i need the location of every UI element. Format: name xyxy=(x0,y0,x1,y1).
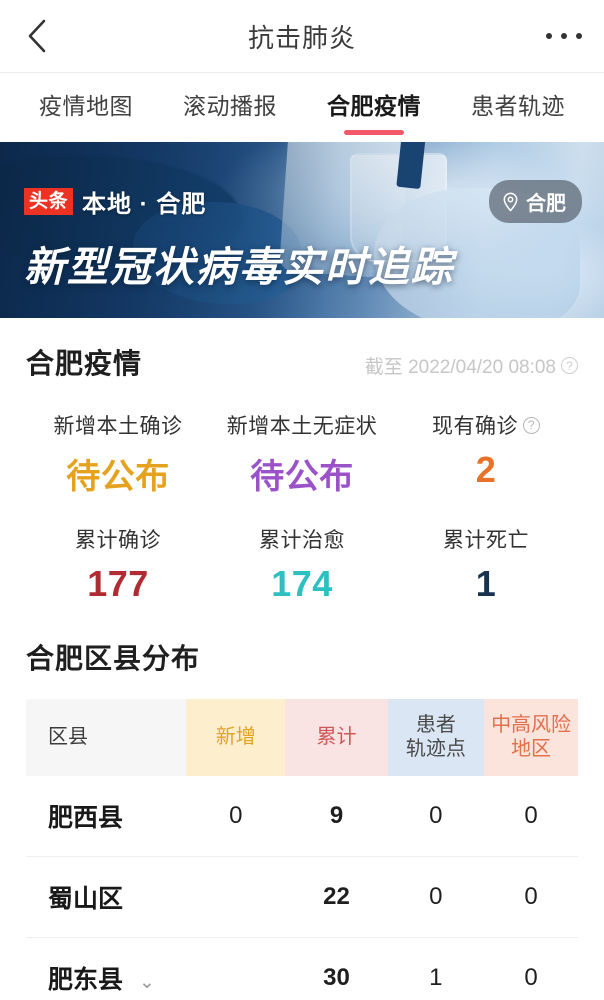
stat-value: 待公布 xyxy=(66,458,170,496)
cell-district-name: 蜀山区 xyxy=(26,856,187,938)
stat-current-confirmed: 现有确诊 ? 2 xyxy=(394,404,578,518)
column-header-line2: 轨迹点 xyxy=(405,738,466,761)
stat-label: 新增本土确诊 xyxy=(53,415,183,438)
stat-value: 2 xyxy=(475,449,497,490)
back-button[interactable] xyxy=(20,19,54,53)
data-timestamp: 截至 2022/04/20 08:08 ? xyxy=(365,352,578,379)
tab-huanzhe-guiji[interactable]: 患者轨迹 xyxy=(469,81,567,135)
tab-label: 患者轨迹 xyxy=(471,92,565,119)
stats-grid-secondary: 累计确诊 177 累计治愈 174 累计死亡 1 xyxy=(26,518,578,625)
column-header-new: 新增 xyxy=(186,699,286,776)
cell-risk: 0 xyxy=(484,937,578,1000)
cell-track: 0 xyxy=(387,775,485,857)
location-pin-icon xyxy=(502,192,519,212)
stat-value: 174 xyxy=(271,563,333,604)
stats-section: 合肥疫情 截至 2022/04/20 08:08 ? 新增本土确诊 待公布 新增… xyxy=(0,318,604,629)
stat-label-wrap: 现有确诊 ? xyxy=(394,410,578,440)
tab-gundong-bobao[interactable]: 滚动播报 xyxy=(181,81,279,135)
stats-grid-primary: 新增本土确诊 待公布 新增本土无症状 待公布 现有确诊 ? 2 xyxy=(26,404,578,518)
tab-label: 疫情地图 xyxy=(39,92,133,119)
page-root: 抗击肺炎 疫情地图 滚动播报 合肥疫情 患者轨迹 头条 本地 · 合肥 新型冠状… xyxy=(0,0,604,1000)
stat-label: 现有确诊 xyxy=(432,415,518,438)
stat-value: 177 xyxy=(87,563,149,604)
toutiao-tag: 头条 xyxy=(24,187,74,216)
more-horizontal-icon[interactable] xyxy=(546,33,582,39)
table-header-row: 区县 新增 累计 患者 轨迹点 中高风险 地区 xyxy=(26,699,578,776)
stat-value: 1 xyxy=(475,563,497,604)
tab-active-underline xyxy=(344,129,404,135)
navbar: 抗击肺炎 xyxy=(0,0,604,72)
tab-yiqing-ditu[interactable]: 疫情地图 xyxy=(37,81,135,135)
district-table-section: 合肥区县分布 区县 新增 累计 患者 轨迹点 中高风险 地区 肥西县 0 9 0… xyxy=(0,629,604,1000)
district-table-title: 合肥区县分布 xyxy=(26,643,201,674)
stat-label: 累计死亡 xyxy=(443,529,529,552)
column-header-patient-track: 患者 轨迹点 xyxy=(387,699,485,776)
cell-new: 0 xyxy=(186,775,286,857)
cell-total: 22 xyxy=(285,856,388,938)
cell-new xyxy=(186,937,286,1000)
chevron-down-icon[interactable]: ⌄ xyxy=(139,971,155,994)
stats-section-title: 合肥疫情 xyxy=(26,348,143,379)
banner-title: 新型冠状病毒实时追踪 xyxy=(24,244,454,290)
location-chip-label: 合肥 xyxy=(526,193,566,215)
cell-total: 9 xyxy=(285,775,388,857)
district-table: 区县 新增 累计 患者 轨迹点 中高风险 地区 肥西县 0 9 0 0 蜀山区 … xyxy=(26,699,578,1000)
stats-header: 合肥疫情 截至 2022/04/20 08:08 ? xyxy=(26,342,578,382)
tab-label: 滚动播报 xyxy=(183,92,277,119)
cell-track: 0 xyxy=(387,856,485,938)
tab-bar: 疫情地图 滚动播报 合肥疫情 患者轨迹 xyxy=(0,72,604,142)
table-row[interactable]: 蜀山区 22 0 0 xyxy=(26,856,578,938)
cell-district-name: 肥东县 ⌄ xyxy=(26,937,187,1000)
table-row[interactable]: 肥西县 0 9 0 0 xyxy=(26,775,578,857)
cell-track: 1 xyxy=(387,937,485,1000)
stat-total-confirmed: 累计确诊 177 xyxy=(26,518,210,625)
column-header-line2: 地区 xyxy=(511,738,552,761)
banner-kicker-text: 本地 · 合肥 xyxy=(82,191,207,218)
cell-risk: 0 xyxy=(484,856,578,938)
column-header-district: 区县 xyxy=(26,699,187,776)
stat-total-recovered: 累计治愈 174 xyxy=(210,518,394,625)
stat-label: 累计治愈 xyxy=(259,529,345,552)
column-header-line1: 患者 xyxy=(415,714,456,736)
page-title: 抗击肺炎 xyxy=(247,22,356,53)
timestamp-text: 截至 2022/04/20 08:08 xyxy=(364,357,556,378)
cell-district-name: 肥西县 xyxy=(26,775,187,857)
column-header-risk-area: 中高风险 地区 xyxy=(484,699,578,776)
question-circle-icon[interactable]: ? xyxy=(561,357,578,374)
hero-banner[interactable]: 头条 本地 · 合肥 新型冠状病毒实时追踪 合肥 xyxy=(0,142,604,318)
district-name-text: 肥西县 xyxy=(48,803,124,832)
district-name-text: 蜀山区 xyxy=(48,884,124,913)
stat-total-deaths: 累计死亡 1 xyxy=(394,518,578,625)
cell-new xyxy=(186,856,286,938)
question-circle-icon[interactable]: ? xyxy=(523,416,540,434)
table-row[interactable]: 肥东县 ⌄ 30 1 0 xyxy=(26,937,578,1000)
column-header-line1: 中高风险 xyxy=(491,714,572,736)
column-header-total: 累计 xyxy=(285,699,388,776)
stat-new-local-asymptomatic: 新增本土无症状 待公布 xyxy=(210,404,394,518)
cell-risk: 0 xyxy=(484,775,578,857)
district-name-text: 肥东县 xyxy=(48,965,124,994)
stat-value: 待公布 xyxy=(250,458,354,496)
tab-hefei-yiqing[interactable]: 合肥疫情 xyxy=(325,81,423,135)
tab-label: 合肥疫情 xyxy=(327,92,421,119)
chevron-left-icon xyxy=(26,18,48,54)
cell-total: 30 xyxy=(285,937,388,1000)
stat-label: 累计确诊 xyxy=(75,529,161,552)
location-chip[interactable]: 合肥 xyxy=(489,180,582,223)
stat-new-local-confirmed: 新增本土确诊 待公布 xyxy=(26,404,210,518)
stat-label: 新增本土无症状 xyxy=(226,415,378,438)
